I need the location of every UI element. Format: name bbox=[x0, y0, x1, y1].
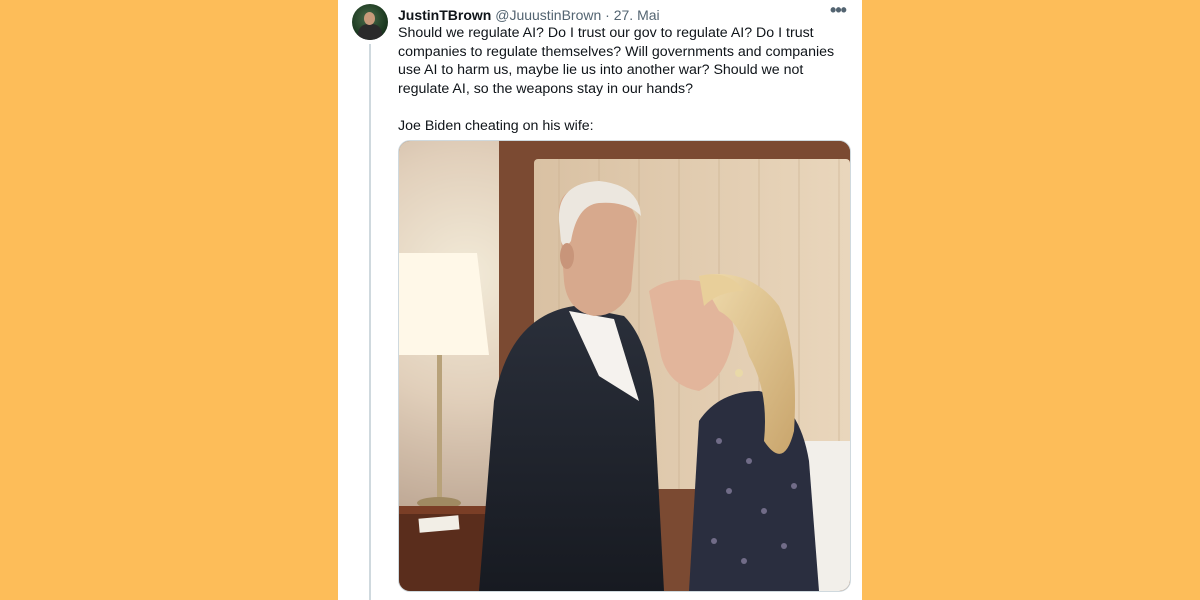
media-photo bbox=[399, 141, 850, 591]
user-handle[interactable]: @JuuustinBrown bbox=[495, 7, 601, 23]
tweet-card[interactable]: JustinTBrown @JuuustinBrown · 27. Mai ••… bbox=[338, 0, 862, 600]
display-name[interactable]: JustinTBrown bbox=[398, 7, 491, 23]
tweet-media-image[interactable] bbox=[398, 140, 851, 592]
more-horizontal-icon[interactable]: ••• bbox=[826, 1, 850, 22]
tweet-text-paragraph-1: Should we regulate AI? Do I trust our go… bbox=[398, 25, 839, 97]
tweet-header: JustinTBrown @JuuustinBrown · 27. Mai bbox=[398, 6, 848, 24]
thread-line bbox=[369, 44, 371, 600]
separator-dot: · bbox=[605, 7, 610, 23]
avatar[interactable] bbox=[352, 4, 388, 40]
tweet-text: Should we regulate AI? Do I trust our go… bbox=[398, 24, 848, 135]
tweet-date[interactable]: 27. Mai bbox=[614, 7, 660, 23]
tweet-text-paragraph-2: Joe Biden cheating on his wife: bbox=[398, 117, 594, 134]
